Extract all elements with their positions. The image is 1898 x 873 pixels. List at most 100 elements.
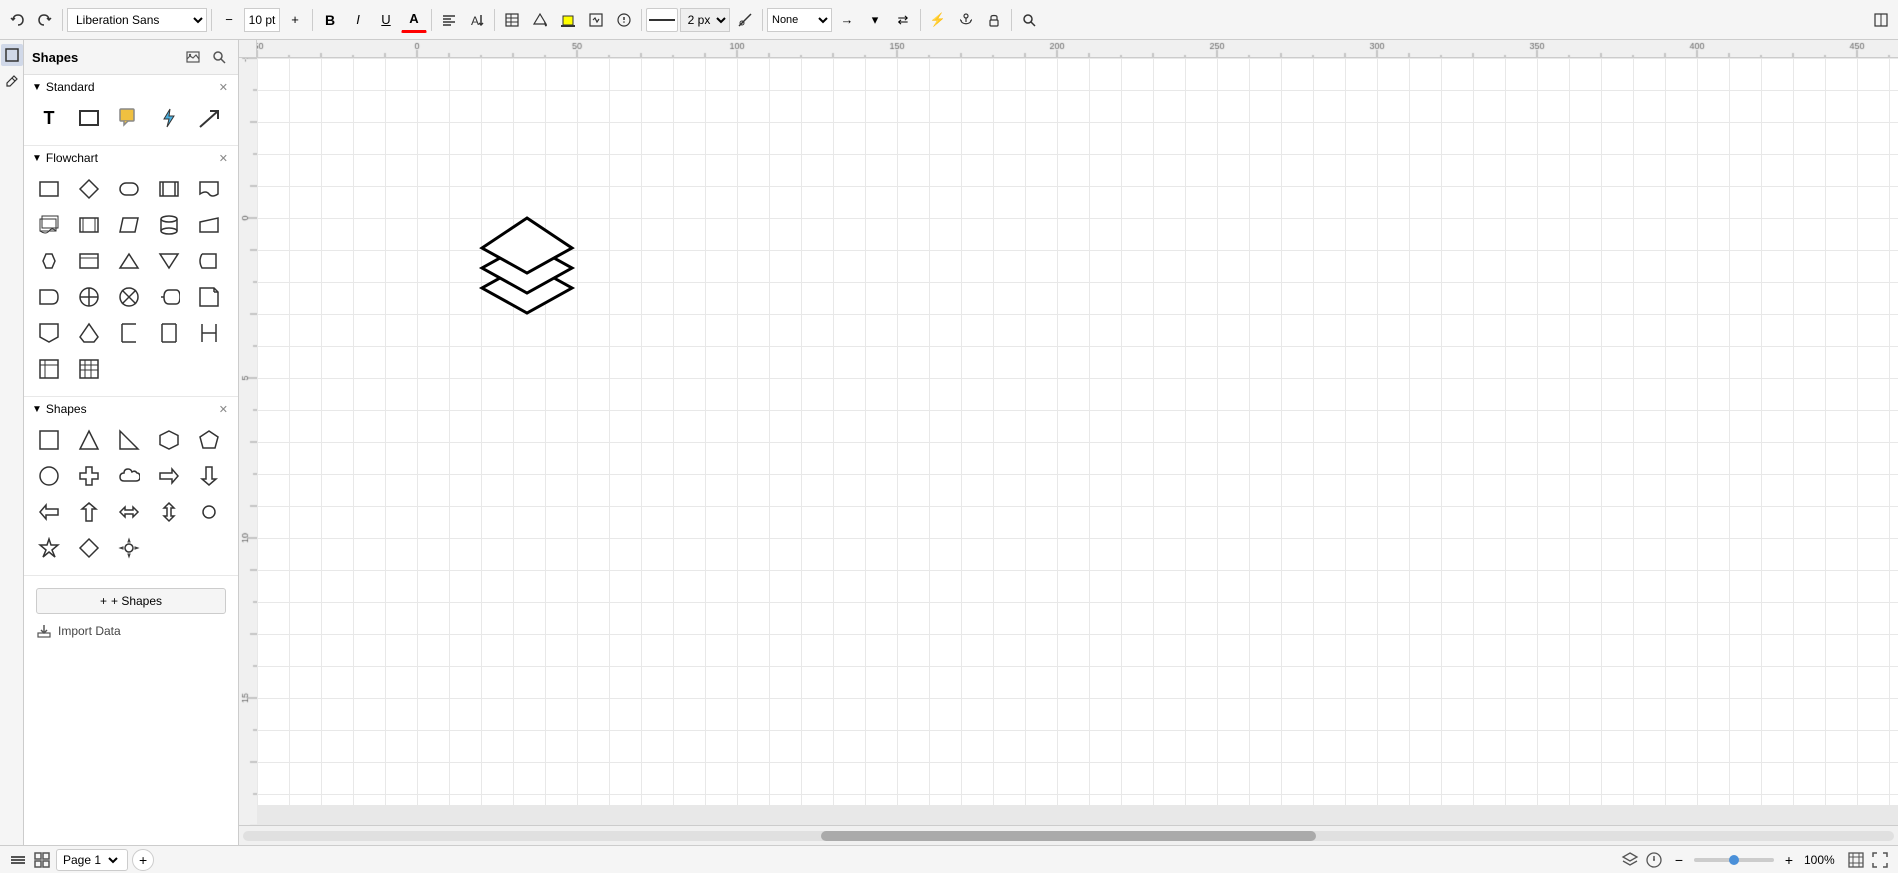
- standard-close-icon[interactable]: ✕: [217, 81, 230, 94]
- reset-zoom-icon[interactable]: [1644, 850, 1664, 870]
- underline-button[interactable]: U: [373, 7, 399, 33]
- add-shapes-button[interactable]: + + Shapes: [36, 588, 226, 614]
- panel-search-icon[interactable]: [208, 46, 230, 68]
- shapes-close-icon[interactable]: ✕: [217, 403, 230, 416]
- panel-image-icon[interactable]: [182, 46, 204, 68]
- flowchart-decision[interactable]: [72, 172, 106, 206]
- rect-shape-item[interactable]: [72, 101, 106, 135]
- flowchart-summing-junction[interactable]: [112, 280, 146, 314]
- undo-button[interactable]: [4, 7, 30, 33]
- flowchart-process[interactable]: [32, 172, 66, 206]
- fill-button[interactable]: [527, 7, 553, 33]
- shape-star[interactable]: [32, 531, 66, 565]
- shape-arrow-down[interactable]: [192, 459, 226, 493]
- canvas-scrollbar[interactable]: [239, 825, 1898, 845]
- shape-cloud[interactable]: [112, 459, 146, 493]
- flowchart-off-page-ref[interactable]: [32, 316, 66, 350]
- page-tab[interactable]: Page 1 ▼: [56, 849, 128, 871]
- stacked-diamonds-shape[interactable]: [467, 208, 587, 341]
- zoom-slider[interactable]: [1694, 858, 1774, 862]
- shape-circle[interactable]: [32, 459, 66, 493]
- drawing-canvas[interactable]: [257, 58, 1898, 805]
- zoom-out-button[interactable]: −: [1668, 849, 1690, 871]
- arrow-end-button[interactable]: →: [834, 7, 860, 33]
- shape-arrow-right[interactable]: [152, 459, 186, 493]
- text-direction-button[interactable]: A: [464, 7, 490, 33]
- flowchart-grid-detail[interactable]: [72, 352, 106, 386]
- flowchart-predefined[interactable]: [152, 172, 186, 206]
- zoom-slider-thumb[interactable]: [1729, 855, 1739, 865]
- shape-pentagon[interactable]: [192, 423, 226, 457]
- flowchart-merge[interactable]: [152, 244, 186, 278]
- flash-button[interactable]: ⚡: [925, 7, 951, 33]
- flowchart-section-header[interactable]: ▼ Flowchart ✕: [24, 146, 238, 168]
- callout-shape-item[interactable]: [112, 101, 146, 135]
- waypoint-button[interactable]: [732, 7, 758, 33]
- flowchart-subprocess2[interactable]: [72, 244, 106, 278]
- flowchart-display[interactable]: [152, 280, 186, 314]
- shape-triangle[interactable]: [72, 423, 106, 457]
- flowchart-close-icon[interactable]: ✕: [217, 152, 230, 165]
- scrollbar-thumb[interactable]: [821, 831, 1316, 841]
- font-color-button[interactable]: A: [401, 7, 427, 33]
- arrow-start-select[interactable]: None: [767, 8, 832, 32]
- flowchart-bracket-left[interactable]: [112, 316, 146, 350]
- font-family-select[interactable]: Liberation Sans: [67, 8, 207, 32]
- grid-view-icon[interactable]: [32, 850, 52, 870]
- italic-button[interactable]: I: [345, 7, 371, 33]
- shape-arrow-left[interactable]: [32, 495, 66, 529]
- shape-double-arrow-h[interactable]: [112, 495, 146, 529]
- font-size-input[interactable]: [244, 8, 280, 32]
- flowchart-manual-input[interactable]: [192, 208, 226, 242]
- arrow-end-select[interactable]: ▾: [862, 7, 888, 33]
- page-select[interactable]: ▼: [105, 852, 121, 868]
- zoom-in-button[interactable]: +: [1778, 849, 1800, 871]
- anchor-button[interactable]: [953, 7, 979, 33]
- flowchart-extract[interactable]: [112, 244, 146, 278]
- add-page-button[interactable]: +: [132, 849, 154, 871]
- flowchart-stored-data[interactable]: [192, 244, 226, 278]
- fit-page-icon[interactable]: [1846, 850, 1866, 870]
- font-size-decrease[interactable]: −: [216, 7, 242, 33]
- sidebar-shapes-icon[interactable]: [1, 44, 23, 66]
- shape-square[interactable]: [32, 423, 66, 457]
- flowchart-preparation[interactable]: [32, 244, 66, 278]
- scrollbar-track[interactable]: [243, 831, 1894, 841]
- flowchart-bar-left[interactable]: [192, 316, 226, 350]
- arrow-shape-item[interactable]: [192, 101, 226, 135]
- flowchart-database[interactable]: [152, 208, 186, 242]
- flowchart-terminal[interactable]: [112, 172, 146, 206]
- shape-circle-small[interactable]: [192, 495, 226, 529]
- shape-arrow-up[interactable]: [72, 495, 106, 529]
- layers-icon[interactable]: [8, 850, 28, 870]
- align-left-button[interactable]: [436, 7, 462, 33]
- standard-section-header[interactable]: ▼ Standard ✕: [24, 75, 238, 97]
- flowchart-document[interactable]: [192, 172, 226, 206]
- shape-gear[interactable]: [112, 531, 146, 565]
- shapes-section-header[interactable]: ▼ Shapes ✕: [24, 397, 238, 419]
- layers-panel-icon[interactable]: [1620, 850, 1640, 870]
- line-highlight-button[interactable]: [555, 7, 581, 33]
- flowchart-bracket-both[interactable]: [152, 316, 186, 350]
- shape-edit-button[interactable]: [583, 7, 609, 33]
- search-toolbar-button[interactable]: [1016, 7, 1042, 33]
- flowchart-note[interactable]: [192, 280, 226, 314]
- flowchart-or[interactable]: [72, 280, 106, 314]
- flowchart-delay[interactable]: [32, 280, 66, 314]
- swap-arrows-button[interactable]: ⇄: [890, 7, 916, 33]
- shape-double-arrow-v[interactable]: [152, 495, 186, 529]
- shape-right-triangle[interactable]: [112, 423, 146, 457]
- line-width-select[interactable]: 2 px: [680, 8, 730, 32]
- font-size-increase[interactable]: +: [282, 7, 308, 33]
- shape-hexagon[interactable]: [152, 423, 186, 457]
- bold-button[interactable]: B: [317, 7, 343, 33]
- fullscreen-icon[interactable]: [1870, 850, 1890, 870]
- import-data-button[interactable]: Import Data: [24, 618, 238, 644]
- shape-cross[interactable]: [72, 459, 106, 493]
- redo-button[interactable]: [32, 7, 58, 33]
- shape-table-button[interactable]: [499, 7, 525, 33]
- sidebar-pen-icon[interactable]: [1, 70, 23, 92]
- lightning-shape-item[interactable]: [152, 101, 186, 135]
- flowchart-connector[interactable]: [72, 316, 106, 350]
- text-shape-item[interactable]: T: [32, 101, 66, 135]
